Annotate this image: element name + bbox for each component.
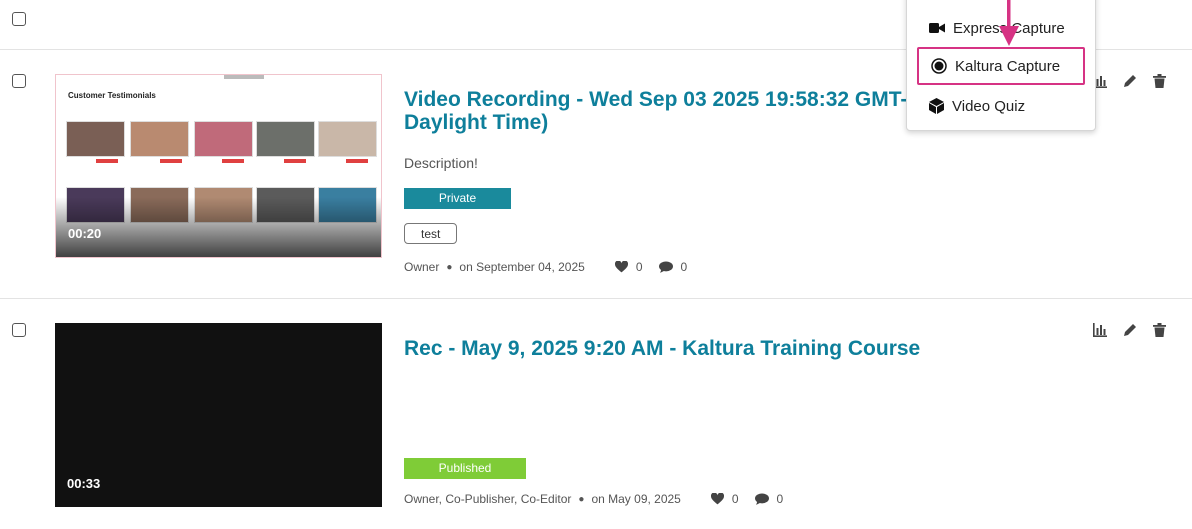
cube-icon (929, 98, 944, 114)
thumbnail-tile (318, 121, 377, 157)
thumbnail-watch-button (346, 159, 368, 163)
heart-icon (614, 261, 628, 273)
separator-dot: ● (578, 493, 585, 505)
owner-label: Owner (404, 260, 440, 274)
trash-icon[interactable] (1153, 74, 1166, 88)
entry-title[interactable]: Rec - May 9, 2025 9:20 AM - Kaltura Trai… (404, 337, 920, 360)
thumbnail-tile (256, 121, 315, 157)
entry-thumbnail[interactable]: 00:33 (55, 323, 382, 507)
thumbnail-tile (194, 121, 253, 157)
edit-icon[interactable] (1123, 323, 1137, 337)
comments-count: 0 (680, 260, 688, 274)
thumbnail-gradient (56, 197, 381, 257)
menu-item-kaltura-capture[interactable]: Kaltura Capture (917, 47, 1085, 85)
entry-meta: Owner ● on September 04, 2025 0 0 (404, 260, 687, 274)
likes-stat: 0 (614, 260, 643, 274)
entry-title-line2: Daylight Time) (404, 111, 549, 134)
duration-label: 00:20 (68, 226, 102, 241)
analytics-icon[interactable] (1093, 323, 1107, 337)
annotation-arrow-icon (999, 0, 1019, 46)
edit-icon[interactable] (1123, 74, 1137, 88)
comments-stat: 0 (754, 492, 784, 506)
entry-actions (1093, 323, 1166, 337)
thumbnail-watch-button (160, 159, 182, 163)
thumbnail-toolbar (224, 75, 264, 79)
duration-label: 00:33 (67, 476, 101, 491)
comments-count: 0 (776, 492, 784, 506)
trash-icon[interactable] (1153, 323, 1166, 337)
likes-count: 0 (635, 260, 643, 274)
entry-actions (1093, 74, 1166, 88)
comment-icon (754, 493, 769, 505)
record-icon (931, 58, 947, 74)
video-camera-icon (929, 23, 945, 33)
comment-icon (658, 261, 673, 273)
comments-stat: 0 (658, 260, 688, 274)
thumbnail-watch-button (96, 159, 118, 163)
date-label: on May 09, 2025 (591, 492, 681, 506)
likes-stat: 0 (710, 492, 739, 506)
separator-dot: ● (446, 261, 453, 273)
entry-title-line1: Video Recording - Wed Sep 03 2025 19:58:… (404, 88, 914, 111)
thumbnail-tile (66, 121, 125, 157)
owner-label: Owner, Co-Publisher, Co-Editor (404, 492, 572, 506)
likes-count: 0 (731, 492, 739, 506)
entry-checkbox[interactable] (12, 323, 26, 337)
status-badge: Private (404, 188, 511, 209)
entry-checkbox[interactable] (12, 74, 26, 88)
menu-item-label: Kaltura Capture (955, 57, 1061, 75)
heart-icon (710, 493, 724, 505)
date-label: on September 04, 2025 (459, 260, 585, 274)
status-badge: Published (404, 458, 526, 479)
thumbnail-tile (130, 121, 189, 157)
entry-thumbnail[interactable]: Customer Testimonials 00:20 (55, 74, 382, 258)
thumbnail-watch-button (284, 159, 306, 163)
thumbnail-heading: Customer Testimonials (68, 91, 156, 100)
entry-title[interactable]: Video Recording - Wed Sep 03 2025 19:58:… (404, 88, 914, 134)
entry-meta: Owner, Co-Publisher, Co-Editor ● on May … (404, 492, 783, 506)
entry-description: Description! (404, 155, 478, 171)
tag-pill[interactable]: test (404, 223, 458, 244)
select-all-checkbox[interactable] (12, 12, 26, 26)
divider (0, 298, 1192, 299)
menu-item-label: Video Quiz (952, 97, 1026, 115)
thumbnail-watch-button (222, 159, 244, 163)
menu-item-video-quiz[interactable]: Video Quiz (917, 87, 1085, 125)
